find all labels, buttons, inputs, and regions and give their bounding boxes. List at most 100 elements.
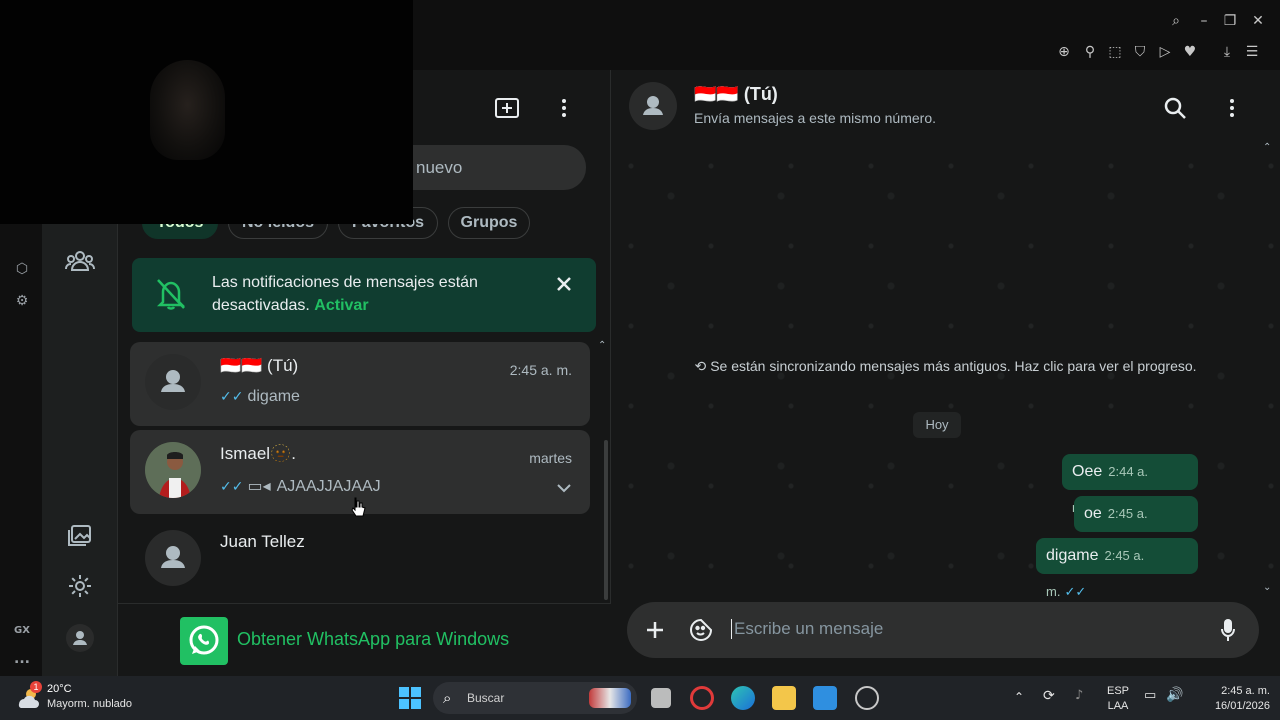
read-receipt-icon: ✓✓ <box>220 389 244 405</box>
contact-name: 🇮🇩🇮🇩 (Tú) <box>694 84 778 104</box>
menu-icon[interactable] <box>558 96 570 120</box>
menu-icon[interactable] <box>1226 96 1238 120</box>
chat-time: martes <box>529 450 572 466</box>
scrollbar[interactable] <box>604 440 608 600</box>
new-chat-icon[interactable] <box>494 96 520 120</box>
chat-name: 🇮🇩🇮🇩 (Tú) <box>220 356 299 375</box>
avatar <box>145 530 201 586</box>
weather-desc: Mayorm. nublado <box>47 698 132 710</box>
taskbar-search-label: Buscar <box>467 691 505 705</box>
date-divider: Hoy <box>913 412 961 438</box>
microphone-icon[interactable] <box>1220 617 1236 643</box>
conversation-panel: 🇮🇩🇮🇩 (Tú) Envía mensajes a este mismo nú… <box>611 70 1280 676</box>
mic-tray-icon[interactable]: ♪ <box>1075 689 1083 703</box>
filter-grupos[interactable]: Grupos <box>448 207 530 239</box>
chat-preview-text: AJAAJJAJAAJ <box>276 478 381 495</box>
store-icon[interactable] <box>813 686 837 710</box>
attach-plus-icon[interactable] <box>645 620 665 640</box>
conversation-header[interactable]: 🇮🇩🇮🇩 (Tú) Envía mensajes a este mismo nú… <box>611 70 1280 146</box>
chat-last-message: ✓✓ ▭◂ AJAAJJAJAAJ <box>220 476 381 496</box>
settings-icon[interactable] <box>64 570 96 602</box>
clock-date[interactable]: 16/01/2026 <box>1196 699 1270 713</box>
easy-setup-icon[interactable]: ☰ <box>1244 44 1260 60</box>
zoom-icon[interactable]: ⊕ <box>1056 44 1072 60</box>
volume-icon[interactable]: 🔊 <box>1166 688 1183 702</box>
search-icon[interactable]: ⌕ <box>1168 13 1184 29</box>
start-icon[interactable] <box>398 686 422 710</box>
close-window-icon[interactable]: ✕ <box>1250 13 1266 29</box>
scroll-up-icon[interactable]: ⌃ <box>1263 142 1271 153</box>
chat-time: 2:45 a. m. <box>509 362 572 378</box>
message-text: digame <box>1046 547 1099 564</box>
close-icon[interactable] <box>556 276 572 292</box>
media-icon[interactable] <box>64 520 96 552</box>
search-icon[interactable] <box>1163 96 1187 120</box>
sync-notice-text: Se están sincronizando mensajes más anti… <box>710 358 1197 374</box>
search-highlight-icon <box>589 688 631 708</box>
scroll-down-icon[interactable]: ⌄ <box>1263 582 1271 593</box>
language-top[interactable]: ESP <box>1104 684 1132 698</box>
webcam-overlay <box>0 0 413 224</box>
chat-name: Ismael🫥. <box>220 444 296 463</box>
contact-subtitle: Envía mensajes a este mismo número. <box>694 110 936 126</box>
sticker-icon[interactable] <box>689 618 713 642</box>
opera-gx-icon[interactable] <box>690 686 714 710</box>
bell-off-icon <box>154 276 188 312</box>
snapshot-icon[interactable]: ⬚ <box>1107 44 1123 60</box>
search-icon: ⌕ <box>443 689 452 707</box>
network-icon[interactable]: ▭ <box>1144 689 1156 703</box>
pin-icon[interactable]: ⚲ <box>1082 44 1098 60</box>
profile-avatar[interactable] <box>64 622 96 654</box>
outgoing-message[interactable]: digame 2:45 a. m. ✓✓ <box>1036 538 1198 600</box>
weather-badge: 1 <box>30 681 42 693</box>
download-icon[interactable]: ⤓ <box>1219 44 1235 60</box>
webcam-face <box>150 60 225 160</box>
chat-name: Juan Tellez <box>220 532 305 551</box>
shield-icon[interactable]: ⛉ <box>1132 44 1148 60</box>
read-receipt-icon: ✓✓ <box>1064 585 1087 600</box>
weather-temp: 20°C <box>47 683 72 695</box>
outgoing-message[interactable]: oe2:45 a. m.✓✓ <box>1074 496 1198 558</box>
chat-last-message: ✓✓ digame <box>220 388 300 406</box>
avatar <box>145 442 201 498</box>
read-receipt-icon: ✓✓ <box>220 479 244 495</box>
edge-icon[interactable] <box>731 686 755 710</box>
sync-notice[interactable]: ⟲ Se están sincronizando mensajes más ant… <box>611 358 1280 375</box>
chevron-down-icon[interactable] <box>556 480 572 493</box>
play-icon[interactable]: ▷ <box>1157 44 1173 60</box>
sync-tray-icon[interactable]: ⟳ <box>1043 689 1055 703</box>
get-whatsapp-banner[interactable]: Obtener WhatsApp para Windows <box>118 603 611 676</box>
taskbar-search[interactable]: ⌕ Buscar <box>433 682 637 714</box>
notification-banner: Las notificaciones de mensajes están des… <box>132 258 596 332</box>
notification-text: Las notificaciones de mensajes están des… <box>212 271 512 317</box>
message-input[interactable]: Escribe un mensaje <box>731 619 883 639</box>
scroll-up-icon[interactable]: ⌃ <box>598 340 606 351</box>
language-bottom[interactable]: LAA <box>1104 699 1132 713</box>
communities-icon[interactable] <box>64 245 96 277</box>
message-area[interactable]: ⟲ Se están sincronizando mensajes más ant… <box>611 146 1280 600</box>
opera-icon[interactable] <box>855 686 879 710</box>
contact-avatar[interactable] <box>629 82 677 130</box>
whatsapp-logo-icon <box>180 617 228 665</box>
message-composer: Escribe un mensaje <box>627 602 1259 658</box>
clock-time[interactable]: 2:45 a. m. <box>1196 684 1270 698</box>
minimize-icon[interactable]: – <box>1196 13 1212 29</box>
file-explorer-icon[interactable] <box>772 686 796 710</box>
video-icon: ▭◂ <box>247 476 271 495</box>
chat-row[interactable]: Juan Tellez <box>130 518 590 602</box>
settings-icon[interactable]: ⚙ <box>13 292 31 310</box>
restore-icon[interactable]: ❐ <box>1222 13 1238 29</box>
gx-label: GX <box>14 625 30 636</box>
avatar <box>145 354 201 410</box>
get-whatsapp-label: Obtener WhatsApp para Windows <box>237 629 510 649</box>
chat-row[interactable]: 🇮🇩🇮🇩 (Tú) ✓✓ digame 2:45 a. m. <box>130 342 590 426</box>
outgoing-message[interactable]: Oee2:44 a. m.✓✓ <box>1062 454 1198 516</box>
activate-link[interactable]: Activar <box>314 297 368 314</box>
heart-icon[interactable]: ♥ <box>1182 44 1198 60</box>
more-icon[interactable]: ... <box>13 650 31 668</box>
tray-chevron-icon[interactable]: ⌃ <box>1014 690 1024 704</box>
task-view-icon[interactable] <box>651 688 671 708</box>
taskbar: 1 20°C Mayorm. nublado ⌕ Buscar ⌃ ⟳ ♪ ES… <box>0 676 1280 720</box>
search-visible-text: nuevo <box>416 158 463 177</box>
extensions-icon[interactable]: ⬡ <box>13 260 31 278</box>
